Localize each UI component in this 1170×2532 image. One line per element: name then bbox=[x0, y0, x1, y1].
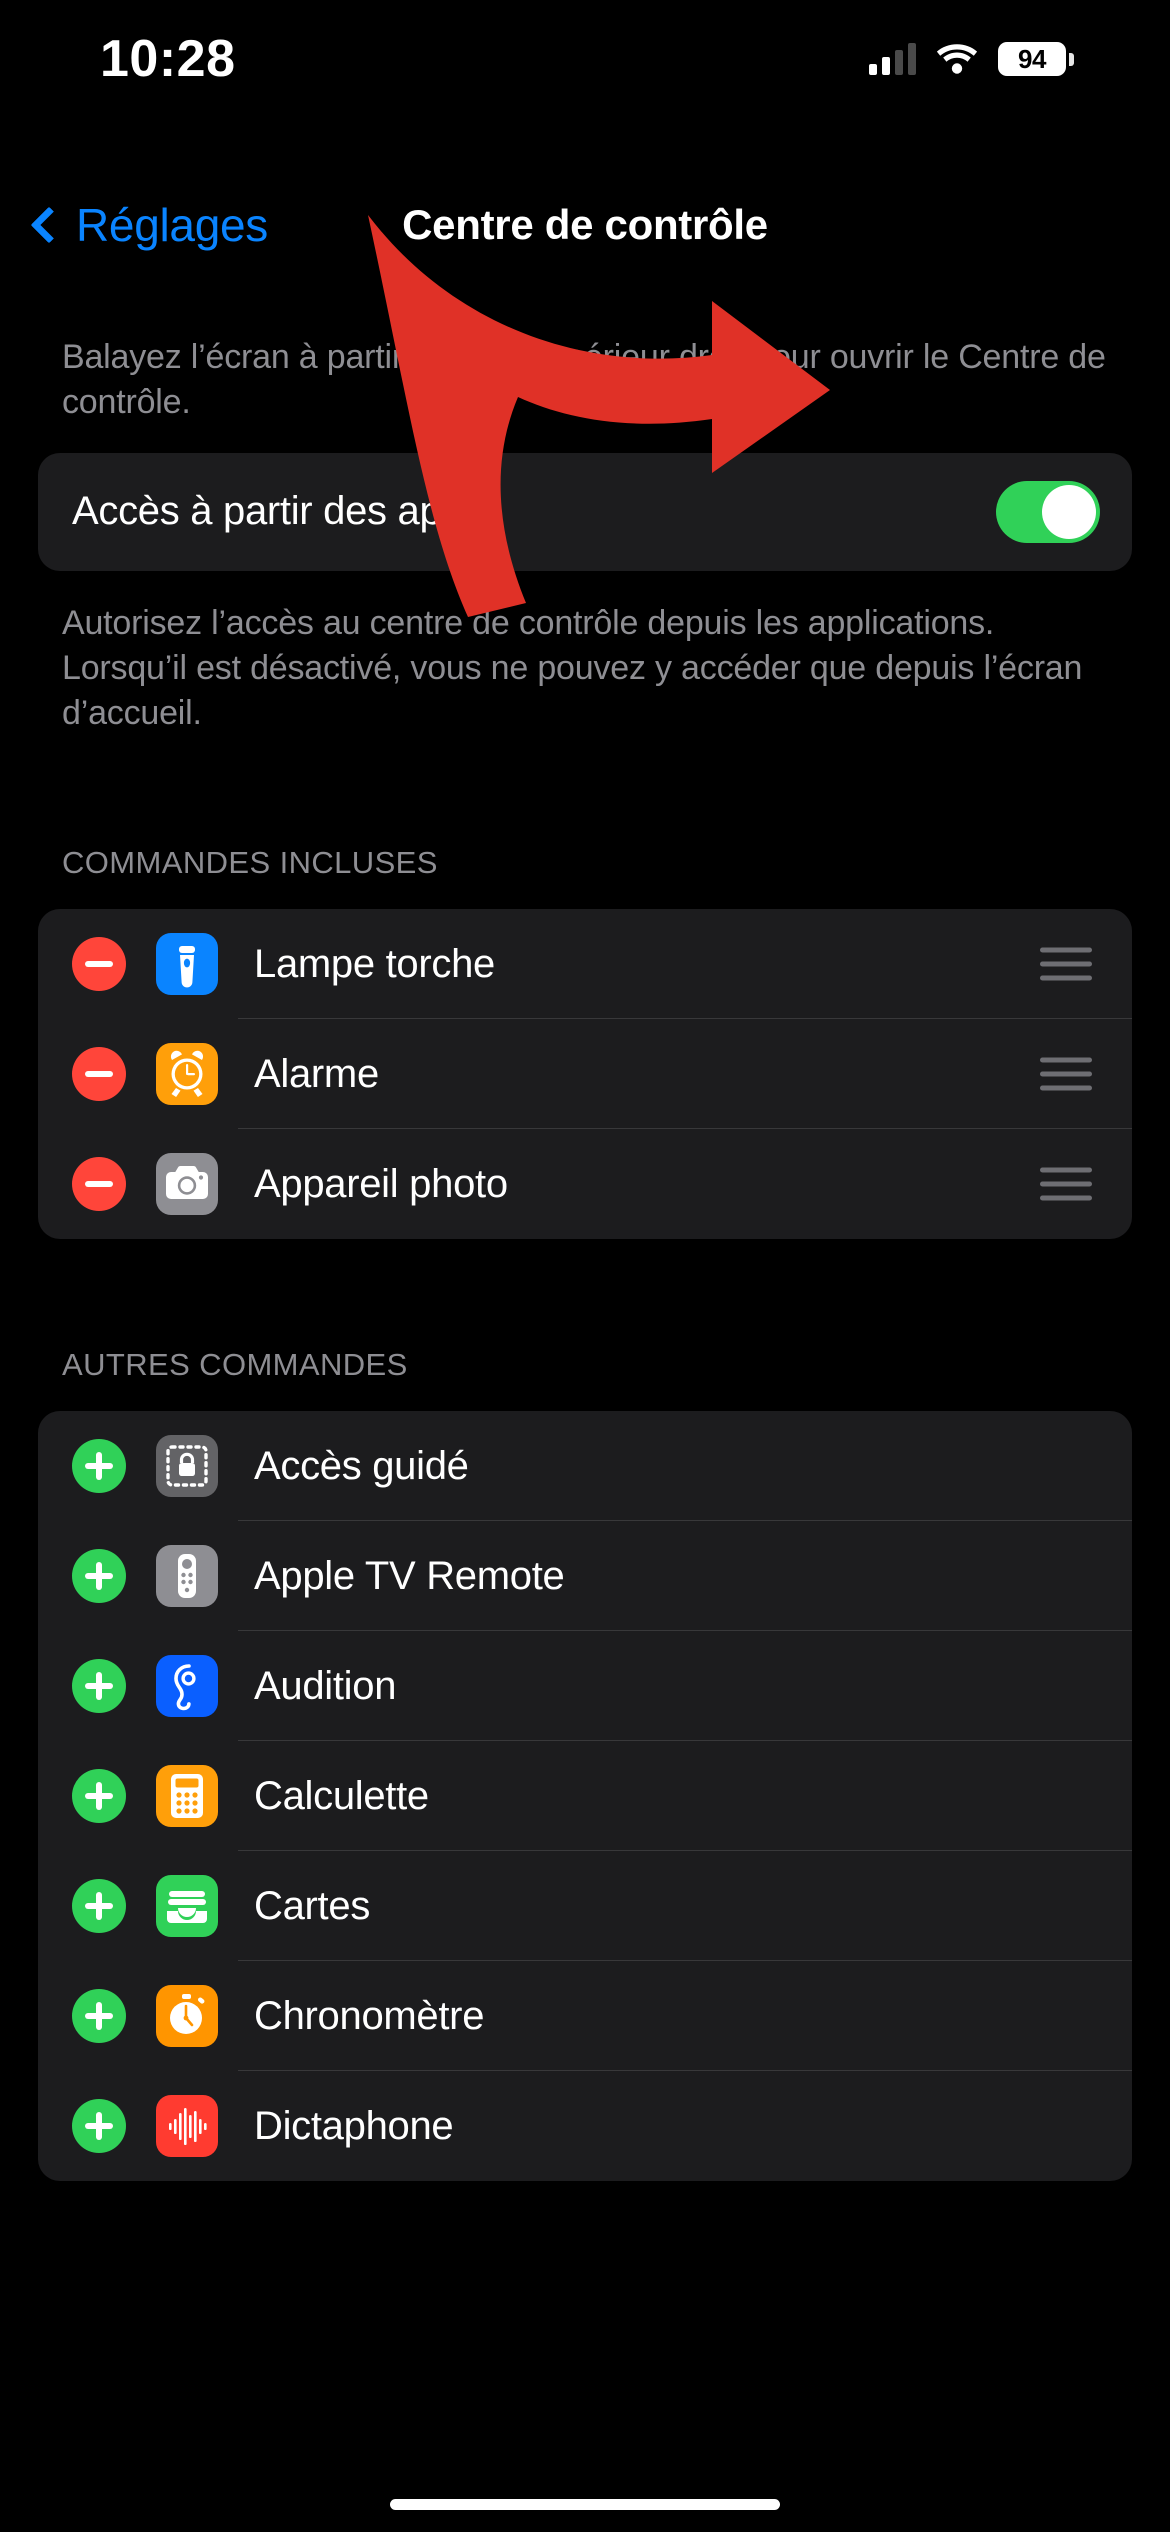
ear-hearing-icon bbox=[156, 1655, 218, 1718]
calculator-icon bbox=[156, 1765, 218, 1828]
status-bar-time: 10:28 bbox=[100, 30, 236, 88]
switch-knob bbox=[1042, 484, 1096, 539]
add-control-button[interactable] bbox=[72, 2099, 126, 2154]
remove-control-button[interactable] bbox=[72, 1047, 126, 1102]
list-item-label: Dictaphone bbox=[254, 2103, 454, 2148]
list-item[interactable]: Appareil photo bbox=[38, 1129, 1132, 1239]
list-item-label: Lampe torche bbox=[254, 941, 495, 986]
access-from-apps-row[interactable]: Accès à partir des apps bbox=[38, 453, 1132, 571]
tv-remote-icon bbox=[156, 1545, 218, 1608]
stopwatch-glyph bbox=[170, 1994, 205, 2035]
cellular-bars-icon bbox=[869, 43, 916, 75]
add-control-button[interactable] bbox=[72, 1549, 126, 1604]
stopwatch-icon bbox=[156, 1985, 218, 2048]
list-item-label: Calculette bbox=[254, 1773, 429, 1818]
iphone-screen: 10:28 94 Réglages Centre de contrôle Bal… bbox=[0, 0, 1170, 2532]
list-item-label: Accès guidé bbox=[254, 1443, 469, 1488]
intro-description: Balayez l’écran à partir du coin supérie… bbox=[62, 338, 1106, 421]
list-item[interactable]: Lampe torche bbox=[38, 909, 1132, 1020]
flashlight-icon bbox=[156, 933, 218, 996]
list-item[interactable]: Calculette bbox=[38, 1741, 1132, 1852]
list-item[interactable]: Apple TV Remote bbox=[38, 1521, 1132, 1632]
add-control-button[interactable] bbox=[72, 1769, 126, 1824]
remove-control-button[interactable] bbox=[72, 1157, 126, 1212]
status-bar-indicators: 94 bbox=[869, 42, 1074, 76]
wallet-icon bbox=[156, 1875, 218, 1938]
list-item[interactable]: Cartes bbox=[38, 1851, 1132, 1962]
access-toggle-card: Accès à partir des apps bbox=[38, 452, 1132, 571]
more-section-header: AUTRES COMMANDES bbox=[62, 1347, 408, 1383]
included-controls-card: Lampe torche Alarme Appareil photo bbox=[38, 909, 1132, 1240]
calculator-glyph bbox=[171, 1774, 203, 1819]
wifi-icon bbox=[936, 43, 978, 75]
wallet-glyph bbox=[167, 1891, 207, 1924]
status-bar: 10:28 94 bbox=[0, 0, 1170, 118]
voice-memos-icon bbox=[156, 2095, 218, 2158]
reorder-handle-icon[interactable] bbox=[1040, 1167, 1092, 1201]
guided-access-lock-icon bbox=[156, 1435, 218, 1498]
add-control-button[interactable] bbox=[72, 1439, 126, 1494]
home-indicator bbox=[390, 2499, 780, 2510]
alarm-clock-glyph bbox=[170, 1051, 204, 1098]
settings-content: Balayez l’écran à partir du coin supérie… bbox=[0, 295, 1170, 2182]
waveform-glyph bbox=[169, 2108, 207, 2146]
wifi-glyph bbox=[936, 44, 978, 74]
more-controls-card: Accès guidé Apple TV Remote Audition Cal… bbox=[38, 1411, 1132, 2182]
list-item[interactable]: Alarme bbox=[38, 1019, 1132, 1130]
navigation-bar: Réglages Centre de contrôle bbox=[0, 175, 1170, 275]
battery-icon: 94 bbox=[998, 42, 1074, 76]
list-item-label: Chronomètre bbox=[254, 1993, 485, 2038]
ear-glyph bbox=[174, 1664, 196, 1711]
list-item-label: Cartes bbox=[254, 1883, 371, 1928]
camera-glyph bbox=[166, 1166, 208, 1200]
list-item-label: Audition bbox=[254, 1663, 397, 1708]
list-item[interactable]: Chronomètre bbox=[38, 1961, 1132, 2072]
guided-access-glyph bbox=[166, 1445, 208, 1488]
camera-icon bbox=[156, 1153, 218, 1216]
reorder-handle-icon[interactable] bbox=[1040, 1057, 1092, 1091]
add-control-button[interactable] bbox=[72, 1879, 126, 1934]
page-title: Centre de contrôle bbox=[402, 201, 768, 248]
access-from-apps-label: Accès à partir des apps bbox=[72, 489, 484, 534]
battery-percentage: 94 bbox=[1018, 43, 1046, 74]
battery-cap bbox=[1069, 52, 1074, 66]
list-item[interactable]: Audition bbox=[38, 1631, 1132, 1742]
list-item-label: Appareil photo bbox=[254, 1161, 508, 1206]
access-toggle-footer: Autorisez l’accès au centre de contrôle … bbox=[62, 603, 1083, 732]
access-from-apps-switch[interactable] bbox=[996, 480, 1100, 543]
tv-remote-glyph bbox=[178, 1554, 196, 1599]
list-item[interactable]: Dictaphone bbox=[38, 2071, 1132, 2181]
flashlight-glyph bbox=[179, 946, 195, 988]
included-section-header: COMMANDES INCLUSES bbox=[62, 845, 438, 881]
list-item[interactable]: Accès guidé bbox=[38, 1411, 1132, 1522]
list-item-label: Alarme bbox=[254, 1051, 379, 1096]
list-item-label: Apple TV Remote bbox=[254, 1553, 565, 1598]
add-control-button[interactable] bbox=[72, 1659, 126, 1714]
alarm-clock-icon bbox=[156, 1043, 218, 1106]
add-control-button[interactable] bbox=[72, 1989, 126, 2044]
remove-control-button[interactable] bbox=[72, 937, 126, 992]
reorder-handle-icon[interactable] bbox=[1040, 947, 1092, 981]
